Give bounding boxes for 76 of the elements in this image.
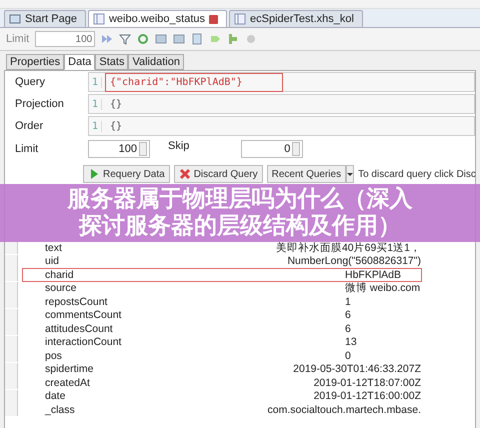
tree-value: 美即补水面膜40片69买1送1， [276, 240, 421, 255]
tree-value: 1 [345, 296, 351, 308]
banner-title: 服务器属于物理层吗为什么（深入探讨服务器的层级结构及作用） [66, 186, 414, 240]
toolbar-button[interactable]: Discard Query [174, 165, 263, 183]
refresh-icon[interactable] [137, 33, 150, 45]
skip-spinner[interactable]: 0 [241, 140, 304, 158]
field-label: Skip [168, 140, 190, 152]
limit-label: Limit [6, 33, 30, 45]
query-editor[interactable]: 1 {"charid":"HbFKPlAdB"} [88, 72, 475, 92]
tree-value: NumberLong("5608826317") [287, 255, 421, 268]
limit-spinner[interactable]: 100 [88, 140, 150, 158]
caret-icon [347, 172, 354, 176]
tree-key: interactionCount [23, 336, 345, 348]
row-header-cell[interactable] [5, 376, 18, 390]
row-header-cell[interactable] [5, 241, 18, 254]
row-header-cell[interactable] [5, 403, 18, 416]
editor-tab[interactable]: Start Page [4, 10, 86, 27]
limit-field[interactable]: 100 [35, 31, 96, 47]
row-header-cell[interactable] [5, 349, 18, 362]
tree-value: 2019-01-12T16:00:00Z [314, 390, 421, 402]
row-header-cell[interactable] [5, 390, 18, 403]
table-icon [234, 13, 246, 25]
field-label: Limit [15, 143, 40, 155]
tree-value: 2019-05-30T01:46:33.207Z [293, 363, 421, 376]
tree-value: 微博 weibo.com [345, 281, 420, 296]
row-header-cell[interactable] [5, 254, 18, 268]
table-icon [92, 13, 105, 25]
tree-key: source [23, 282, 345, 294]
field-label: Order [15, 120, 44, 132]
panel-tab[interactable]: Properties [6, 54, 64, 70]
tree-value: 13 [345, 336, 357, 348]
query-editor[interactable]: 1 {} [88, 94, 475, 114]
editor-tab[interactable]: weibo.weibo_status [88, 10, 227, 27]
editor-tab[interactable]: ecSpiderTest.xhs_kol [229, 10, 363, 27]
fast-forward-icon[interactable] [101, 33, 114, 45]
tree-value: 2019-01-12T18:07:00Z [314, 376, 421, 389]
panel-tab[interactable]: Data [64, 54, 96, 70]
tree-key: pos [23, 350, 345, 362]
row-header-cell[interactable] [5, 268, 18, 282]
play-icon [88, 168, 100, 180]
tree-value: com.socialtouch.martech.mbase. [268, 404, 421, 416]
tree-value: 0 [345, 350, 351, 362]
panel-tab[interactable]: Validation [128, 54, 184, 70]
field-label: Query [15, 76, 46, 88]
tree-key: spidertime [23, 363, 294, 376]
row-header-cell[interactable] [5, 282, 18, 295]
row-header-cell[interactable] [5, 322, 18, 336]
filter-icon[interactable] [119, 33, 132, 45]
start-page-icon [9, 13, 21, 25]
tree-key: createdAt [23, 376, 314, 389]
toolbar-button[interactable]: Requery Data [83, 165, 170, 183]
grid-icon[interactable] [155, 33, 168, 45]
tree-key: uid [23, 255, 288, 268]
dropdown-button[interactable] [346, 165, 354, 183]
query-editor[interactable]: 1 {} [88, 116, 475, 136]
tree-key: date [23, 390, 314, 402]
row-header-cell[interactable] [5, 308, 18, 322]
hint-text: To discard query click Disc [358, 168, 476, 180]
tree-key: attitudesCount [23, 322, 345, 335]
row-header-cell[interactable] [5, 336, 18, 349]
row-header-cell[interactable] [5, 362, 18, 376]
field-label: Projection [15, 98, 65, 110]
tree-value: HbFKPlAdB [345, 268, 402, 281]
tree-key: commentsCount [23, 309, 345, 322]
document-icon[interactable] [191, 33, 204, 45]
grid-icon[interactable] [173, 33, 186, 45]
tree-key: charid [23, 268, 345, 281]
toolbar-button[interactable]: Recent Queries [266, 165, 346, 183]
tree-key: repostsCount [23, 296, 345, 308]
tree-value: 6 [345, 309, 351, 322]
tree-key: _class [23, 404, 268, 416]
export-icon[interactable] [209, 33, 222, 45]
panel-tab[interactable]: Stats [95, 54, 128, 70]
tree-value: 6 [345, 322, 351, 335]
row-header-cell[interactable] [5, 295, 18, 308]
tree-key: text [23, 242, 276, 254]
